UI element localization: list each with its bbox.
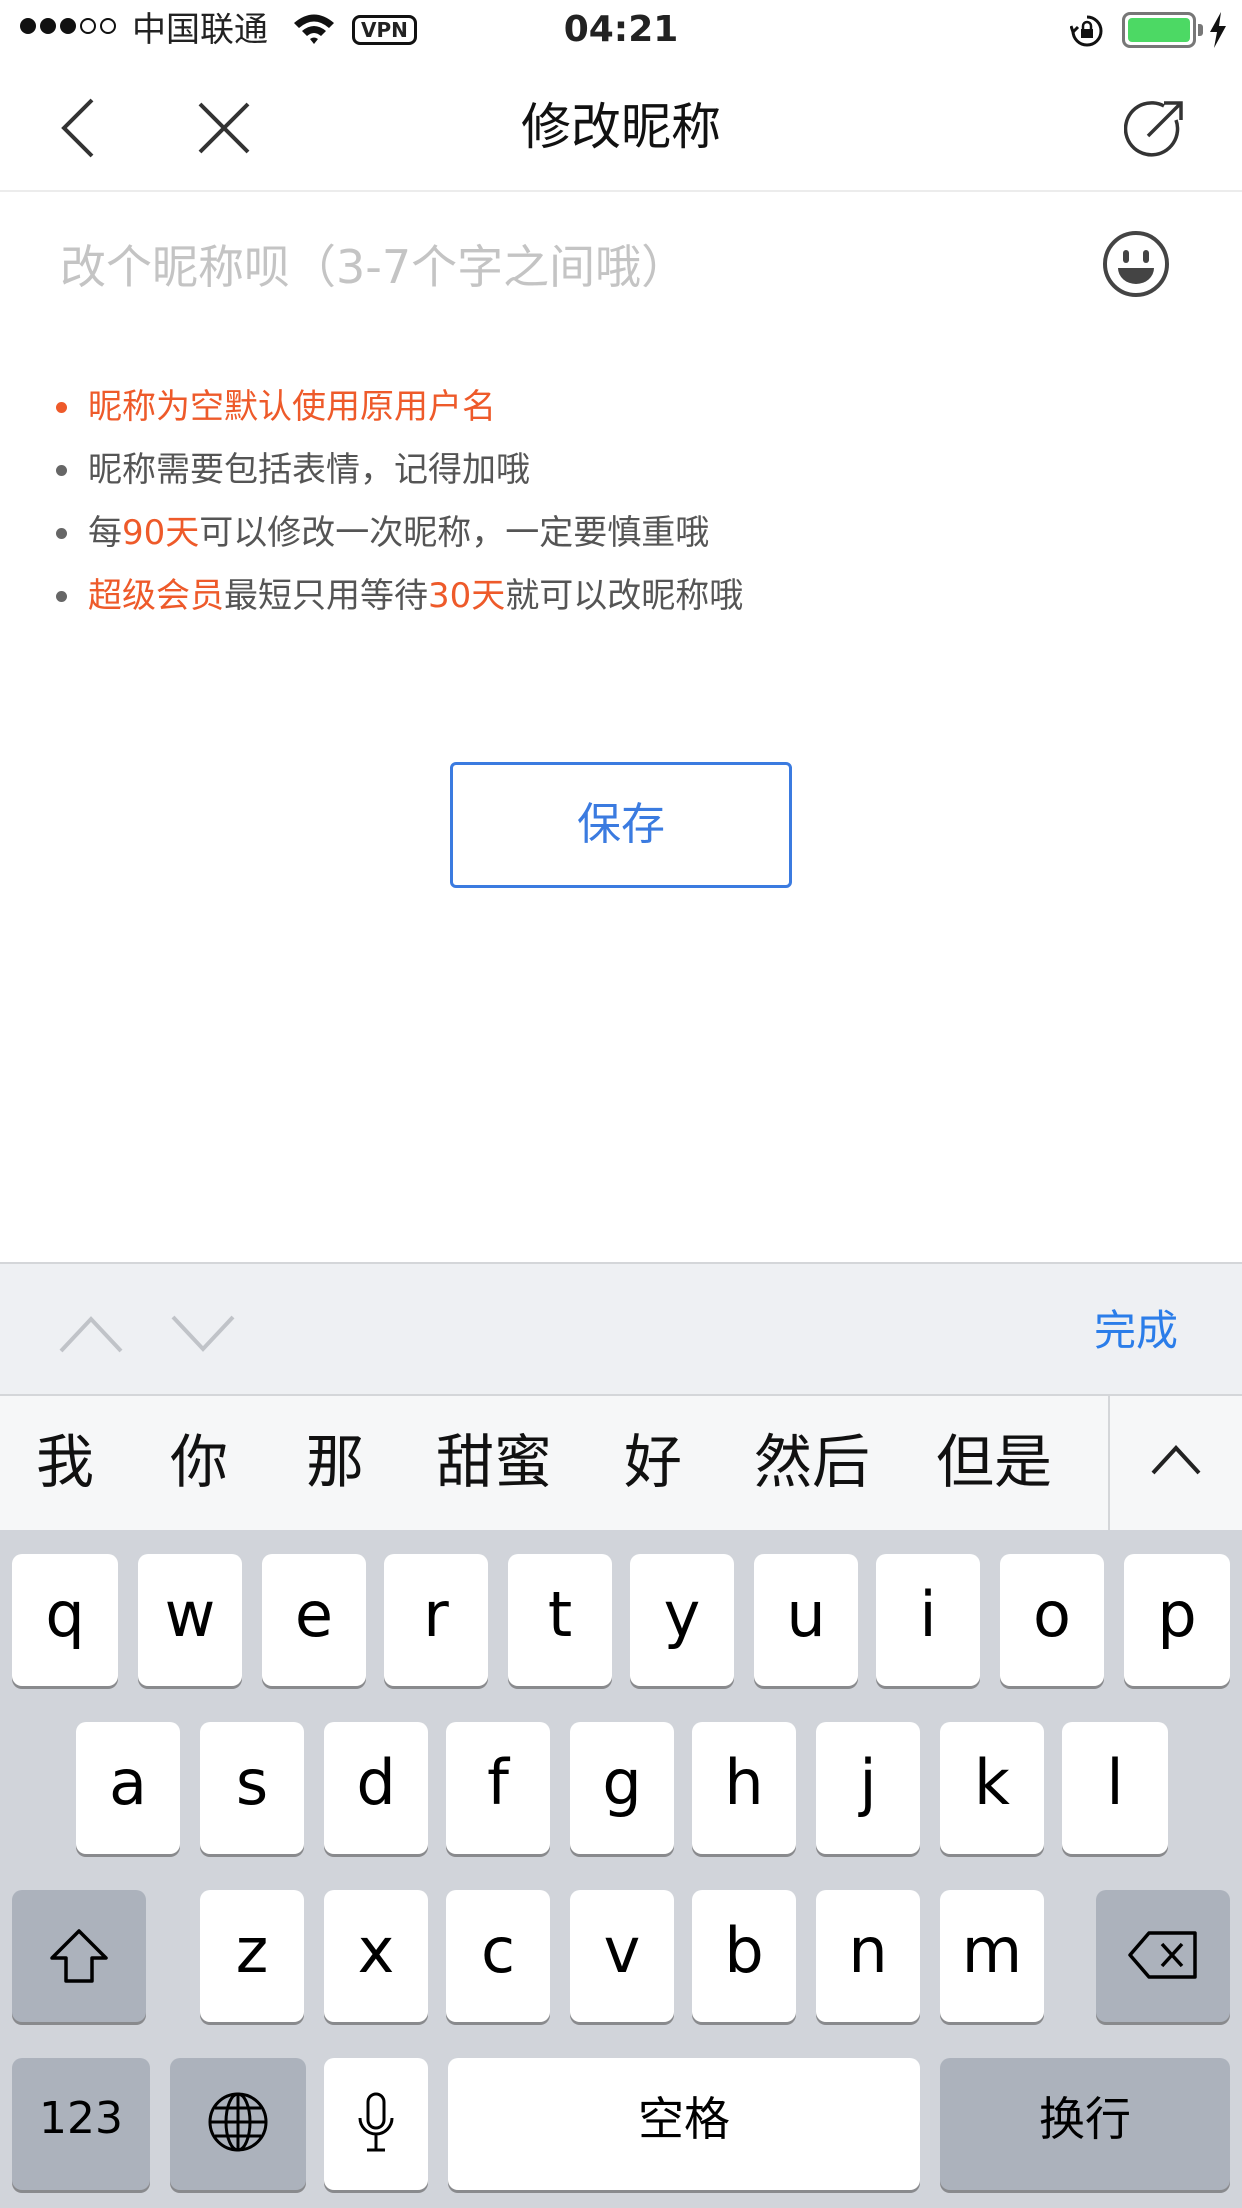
key-p[interactable]: p (1124, 1554, 1230, 1686)
tip-item: 昵称需要包括表情，记得加哦 (56, 439, 1206, 502)
keyboard-toolbar: 完成 (0, 1262, 1242, 1396)
tip-text: 昵称需要包括表情，记得加哦 (88, 450, 530, 490)
globe-key[interactable] (170, 2058, 306, 2190)
key-z[interactable]: z (200, 1890, 304, 2022)
tip-text: 昵称为空默认使用原用户名 (88, 387, 496, 427)
numbers-key[interactable]: 123 (12, 2058, 150, 2190)
key-s[interactable]: s (200, 1722, 304, 1854)
key-k[interactable]: k (940, 1722, 1044, 1854)
key-h[interactable]: h (692, 1722, 796, 1854)
tip-item: 超级会员最短只用等待30天就可以改昵称哦 (56, 565, 1206, 628)
key-u[interactable]: u (754, 1554, 858, 1686)
next-field-chevron-down-icon[interactable] (170, 1314, 236, 1358)
tip-text: 就可以改昵称哦 (505, 576, 744, 616)
status-bar: 中国联通 VPN 04:21 (0, 0, 1242, 62)
key-v[interactable]: v (570, 1890, 674, 2022)
key-r[interactable]: r (384, 1554, 488, 1686)
key-l[interactable]: l (1062, 1722, 1168, 1854)
return-key[interactable]: 换行 (940, 2058, 1230, 2190)
candidate-word[interactable]: 你 (170, 1426, 228, 1498)
key-e[interactable]: e (262, 1554, 366, 1686)
key-y[interactable]: y (630, 1554, 734, 1686)
key-c[interactable]: c (446, 1890, 550, 2022)
navigation-bar: 修改昵称 (0, 62, 1242, 192)
nickname-input[interactable] (60, 232, 1060, 302)
tip-text: 90天 (122, 513, 200, 553)
tip-text: 可以修改一次昵称，一定要慎重哦 (199, 513, 710, 553)
keyboard: q w e r t y u i o p a s d f g h j k l z … (0, 1530, 1242, 2208)
key-t[interactable]: t (508, 1554, 612, 1686)
key-d[interactable]: d (324, 1722, 428, 1854)
done-button[interactable]: 完成 (1094, 1304, 1178, 1358)
key-f[interactable]: f (446, 1722, 550, 1854)
previous-field-chevron-up-icon[interactable] (58, 1314, 124, 1358)
candidate-bar: 我 你 那 甜蜜 好 然后 但是 (0, 1396, 1242, 1530)
tip-text: 30天 (428, 576, 506, 616)
candidate-word[interactable]: 甜蜜 (436, 1426, 552, 1498)
candidate-word[interactable]: 我 (36, 1426, 94, 1498)
key-m[interactable]: m (940, 1890, 1044, 2022)
key-b[interactable]: b (692, 1890, 796, 2022)
key-w[interactable]: w (138, 1554, 242, 1686)
clock: 04:21 (563, 9, 679, 50)
tip-text: 每 (88, 513, 122, 553)
backspace-key[interactable] (1096, 1890, 1230, 2022)
charging-bolt-icon (1208, 12, 1228, 52)
key-o[interactable]: o (1000, 1554, 1104, 1686)
tip-item: 每90天可以修改一次昵称，一定要慎重哦 (56, 502, 1206, 565)
space-key[interactable]: 空格 (448, 2058, 920, 2190)
emoji-icon[interactable] (1102, 230, 1170, 302)
candidate-word[interactable]: 好 (624, 1426, 682, 1498)
candidate-word[interactable]: 但是 (936, 1426, 1052, 1498)
page-title: 修改昵称 (521, 98, 721, 156)
tip-text: 超级会员 (88, 576, 224, 616)
key-x[interactable]: x (324, 1890, 428, 2022)
bullet-icon (56, 465, 67, 476)
battery-icon (1122, 12, 1196, 48)
key-q[interactable]: q (12, 1554, 118, 1686)
shift-key[interactable] (12, 1890, 146, 2022)
microphone-key[interactable] (324, 2058, 428, 2190)
tip-text: 最短只用等待 (224, 576, 428, 616)
bullet-icon (56, 591, 67, 602)
share-icon[interactable] (1123, 98, 1186, 164)
bullet-icon (56, 402, 67, 413)
key-i[interactable]: i (876, 1554, 980, 1686)
save-button[interactable]: 保存 (450, 762, 792, 888)
key-a[interactable]: a (76, 1722, 180, 1854)
candidate-word[interactable]: 那 (306, 1426, 364, 1498)
rotation-lock-icon (1069, 14, 1104, 52)
bullet-icon (56, 528, 67, 539)
candidate-word[interactable]: 然后 (754, 1426, 870, 1498)
key-j[interactable]: j (816, 1722, 920, 1854)
expand-candidates-chevron-up-icon[interactable] (1150, 1444, 1202, 1480)
nickname-tips-list: 昵称为空默认使用原用户名 昵称需要包括表情，记得加哦 每90天可以修改一次昵称，一定… (56, 376, 1206, 628)
tip-item: 昵称为空默认使用原用户名 (56, 376, 1206, 439)
key-n[interactable]: n (816, 1890, 920, 2022)
key-g[interactable]: g (570, 1722, 674, 1854)
